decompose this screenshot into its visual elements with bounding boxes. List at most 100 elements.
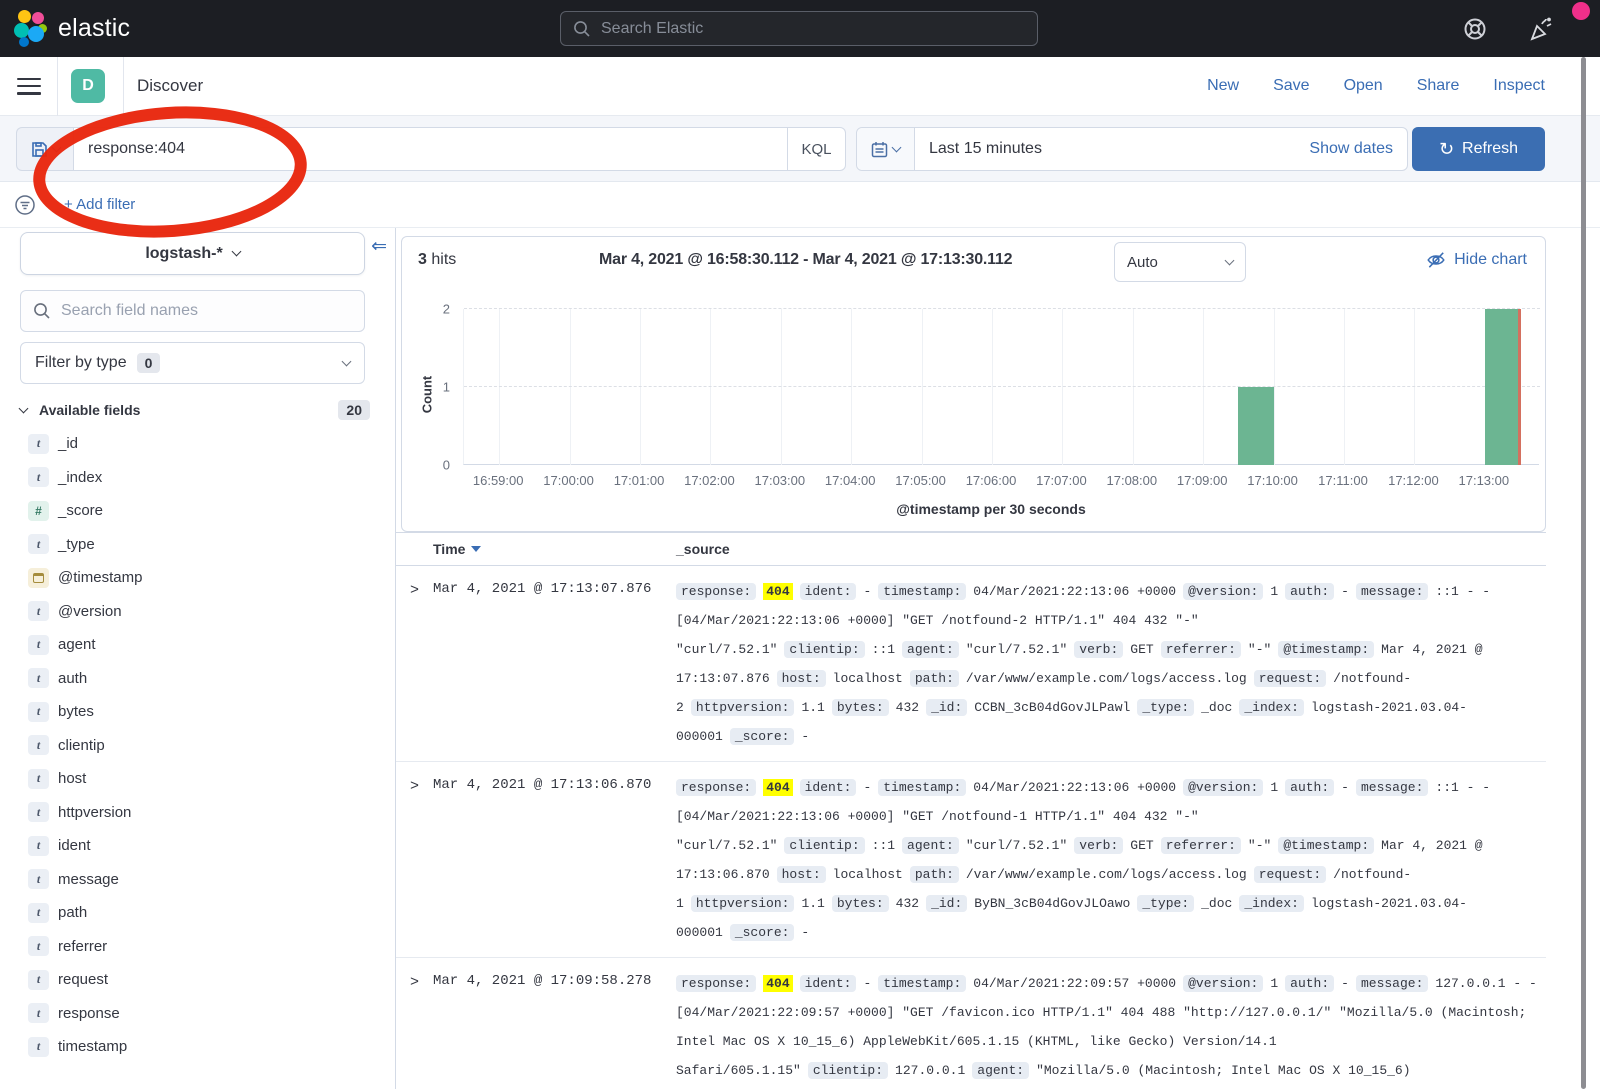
field-name-pill: ident: (800, 583, 857, 600)
notification-dot (1572, 2, 1590, 20)
field-name: ident (58, 837, 91, 854)
field-value: 432 (896, 896, 919, 911)
field-value: localhost (833, 867, 903, 882)
query-language-button[interactable]: KQL (788, 127, 846, 171)
highlighted-value: 404 (763, 583, 792, 600)
field-item-score[interactable]: #_score (0, 494, 396, 528)
field-value: localhost (833, 671, 903, 686)
available-fields-header[interactable]: Available fields 20 (20, 400, 370, 420)
number-type-icon: # (28, 501, 49, 521)
field-item-timestamp[interactable]: ttimestamp (0, 1030, 396, 1064)
field-item-version[interactable]: t@version (0, 595, 396, 629)
show-dates-button[interactable]: Show dates (1309, 140, 1393, 158)
discover-main: 3 hits Mar 4, 2021 @ 16:58:30.112 - Mar … (396, 228, 1600, 1089)
vertical-scrollbar[interactable] (1581, 57, 1586, 1089)
histogram-bar[interactable] (1238, 387, 1273, 465)
field-item-response[interactable]: tresponse (0, 997, 396, 1031)
x-tick-label: 17:05:00 (895, 473, 946, 488)
collapse-sidebar-icon[interactable]: ⇐ (371, 235, 387, 258)
table-row: >Mar 4, 2021 @ 17:13:06.870response:404i… (396, 762, 1546, 958)
field-item-agent[interactable]: tagent (0, 628, 396, 662)
add-filter-button[interactable]: + Add filter (64, 196, 135, 213)
share-button[interactable]: Share (1417, 77, 1460, 95)
expand-row-icon[interactable]: > (396, 577, 433, 751)
date-type-icon (28, 568, 49, 588)
filter-icon[interactable] (14, 194, 36, 216)
filter-by-type-select[interactable]: Filter by type 0 (20, 342, 365, 384)
histogram-plot[interactable] (463, 309, 1539, 465)
field-item-index[interactable]: t_index (0, 461, 396, 495)
string-type-icon: t (28, 769, 49, 789)
calendar-glyph (33, 573, 44, 583)
global-search-input[interactable] (601, 20, 1001, 38)
news-party-popper-icon[interactable] (1528, 16, 1554, 42)
elastic-logo[interactable]: elastic (14, 10, 130, 48)
field-value: "curl/7.52.1" (966, 642, 1067, 657)
field-item-clientip[interactable]: tclientip (0, 729, 396, 763)
new-button[interactable]: New (1207, 77, 1239, 95)
field-item-id[interactable]: t_id (0, 427, 396, 461)
refresh-button[interactable]: ↻ Refresh (1412, 127, 1545, 171)
field-name-pill: httpversion: (691, 895, 795, 912)
expand-row-icon[interactable]: > (396, 969, 433, 1089)
menu-hamburger-icon[interactable] (17, 78, 41, 95)
hide-chart-button[interactable]: Hide chart (1426, 250, 1527, 270)
open-button[interactable]: Open (1344, 77, 1383, 95)
histogram-panel: 3 hits Mar 4, 2021 @ 16:58:30.112 - Mar … (401, 236, 1546, 532)
field-item-request[interactable]: trequest (0, 963, 396, 997)
field-item-path[interactable]: tpath (0, 896, 396, 930)
chevron-down-icon (342, 356, 352, 366)
field-value: /var/www/example.com/logs/access.log (966, 867, 1247, 882)
field-name-pill: path: (910, 670, 959, 687)
x-tick-label: 17:00:00 (543, 473, 594, 488)
saved-query-menu-button[interactable] (16, 127, 73, 171)
discover-app-badge[interactable]: D (71, 69, 105, 103)
help-icon[interactable] (1462, 16, 1488, 42)
vertical-gridline (710, 309, 711, 465)
field-search-input[interactable] (61, 302, 331, 320)
date-picker: Last 15 minutes Show dates (856, 127, 1408, 171)
time-column-header[interactable]: Time (433, 541, 676, 557)
doc-source: response:404ident:-timestamp:04/Mar/2021… (676, 969, 1546, 1089)
save-button[interactable]: Save (1273, 77, 1309, 95)
field-name: referrer (58, 938, 107, 955)
vertical-gridline (1062, 309, 1063, 465)
divider (57, 57, 58, 116)
query-input[interactable] (74, 140, 787, 158)
global-search[interactable] (560, 11, 1038, 46)
inspect-button[interactable]: Inspect (1493, 77, 1545, 95)
doc-timestamp: Mar 4, 2021 @ 17:13:07.876 (433, 577, 676, 751)
field-item-auth[interactable]: tauth (0, 662, 396, 696)
doc-source: response:404ident:-timestamp:04/Mar/2021… (676, 577, 1546, 751)
field-item-bytes[interactable]: tbytes (0, 695, 396, 729)
field-value: - (1341, 976, 1349, 991)
histogram-bar[interactable] (1485, 309, 1520, 465)
search-icon (573, 20, 591, 38)
field-item-referrer[interactable]: treferrer (0, 930, 396, 964)
field-name-pill: @timestamp: (1278, 641, 1374, 658)
available-fields-label: Available fields (39, 402, 140, 418)
time-range-value[interactable]: Last 15 minutes (929, 140, 1042, 158)
field-value: "curl/7.52.1" (966, 838, 1067, 853)
field-item-httpversion[interactable]: thttpversion (0, 796, 396, 830)
field-item-message[interactable]: tmessage (0, 863, 396, 897)
field-search[interactable] (20, 290, 365, 332)
interval-value: Auto (1127, 254, 1158, 271)
date-quick-select-button[interactable] (857, 128, 915, 170)
interval-select[interactable]: Auto (1114, 242, 1246, 282)
field-name: clientip (58, 737, 105, 754)
chevron-down-icon (51, 142, 61, 152)
field-item-type[interactable]: t_type (0, 528, 396, 562)
string-type-icon: t (28, 970, 49, 990)
field-name-pill: auth: (1285, 779, 1334, 796)
divider (123, 57, 124, 116)
expand-row-icon[interactable]: > (396, 773, 433, 947)
field-item-host[interactable]: thost (0, 762, 396, 796)
field-item-timestamp[interactable]: @timestamp (0, 561, 396, 595)
field-name: @version (58, 603, 122, 620)
filter-bar: + Add filter (0, 182, 1600, 228)
index-pattern-select[interactable]: logstash-* (20, 232, 365, 275)
field-name: _id (58, 435, 78, 452)
field-item-ident[interactable]: tident (0, 829, 396, 863)
field-name: agent (58, 636, 96, 653)
